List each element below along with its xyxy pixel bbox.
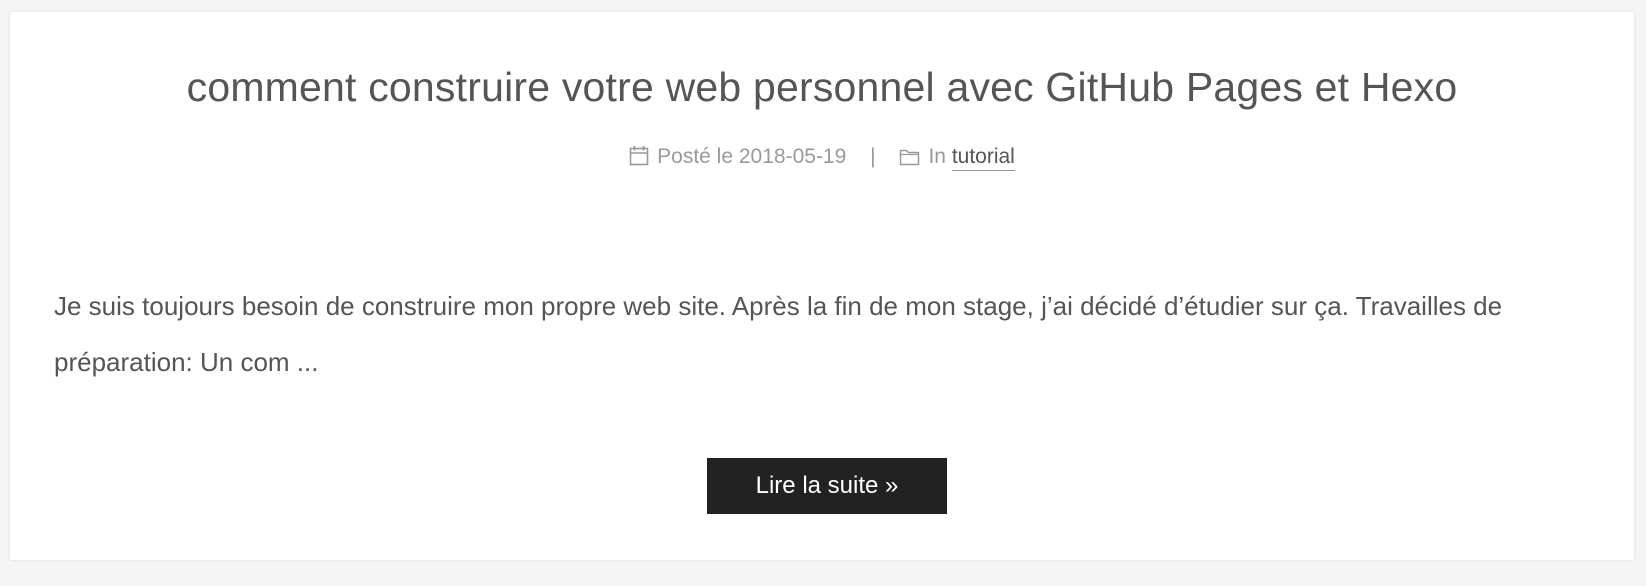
folder-icon bbox=[900, 150, 920, 166]
posted-label: Posté le bbox=[657, 145, 734, 169]
post-title-link[interactable]: comment construire votre web personnel a… bbox=[187, 64, 1458, 110]
post-category: In tutorial bbox=[899, 142, 1015, 172]
post-card: comment construire votre web personnel a… bbox=[10, 12, 1634, 560]
in-label: In bbox=[928, 145, 946, 169]
post-meta: Posté le 2018-05-19 | In tutorial bbox=[10, 142, 1634, 172]
read-more-button[interactable]: Lire la suite » bbox=[707, 458, 947, 514]
post-excerpt: Je suis toujours besoin de construire mo… bbox=[54, 291, 1503, 377]
post-title: comment construire votre web personnel a… bbox=[10, 64, 1634, 111]
post-date: Posté le 2018-05-19 bbox=[629, 142, 846, 172]
calendar-icon bbox=[629, 146, 649, 166]
category-link[interactable]: tutorial bbox=[951, 145, 1015, 172]
meta-divider: | bbox=[870, 145, 876, 168]
post-date-value: 2018-05-19 bbox=[738, 145, 847, 169]
